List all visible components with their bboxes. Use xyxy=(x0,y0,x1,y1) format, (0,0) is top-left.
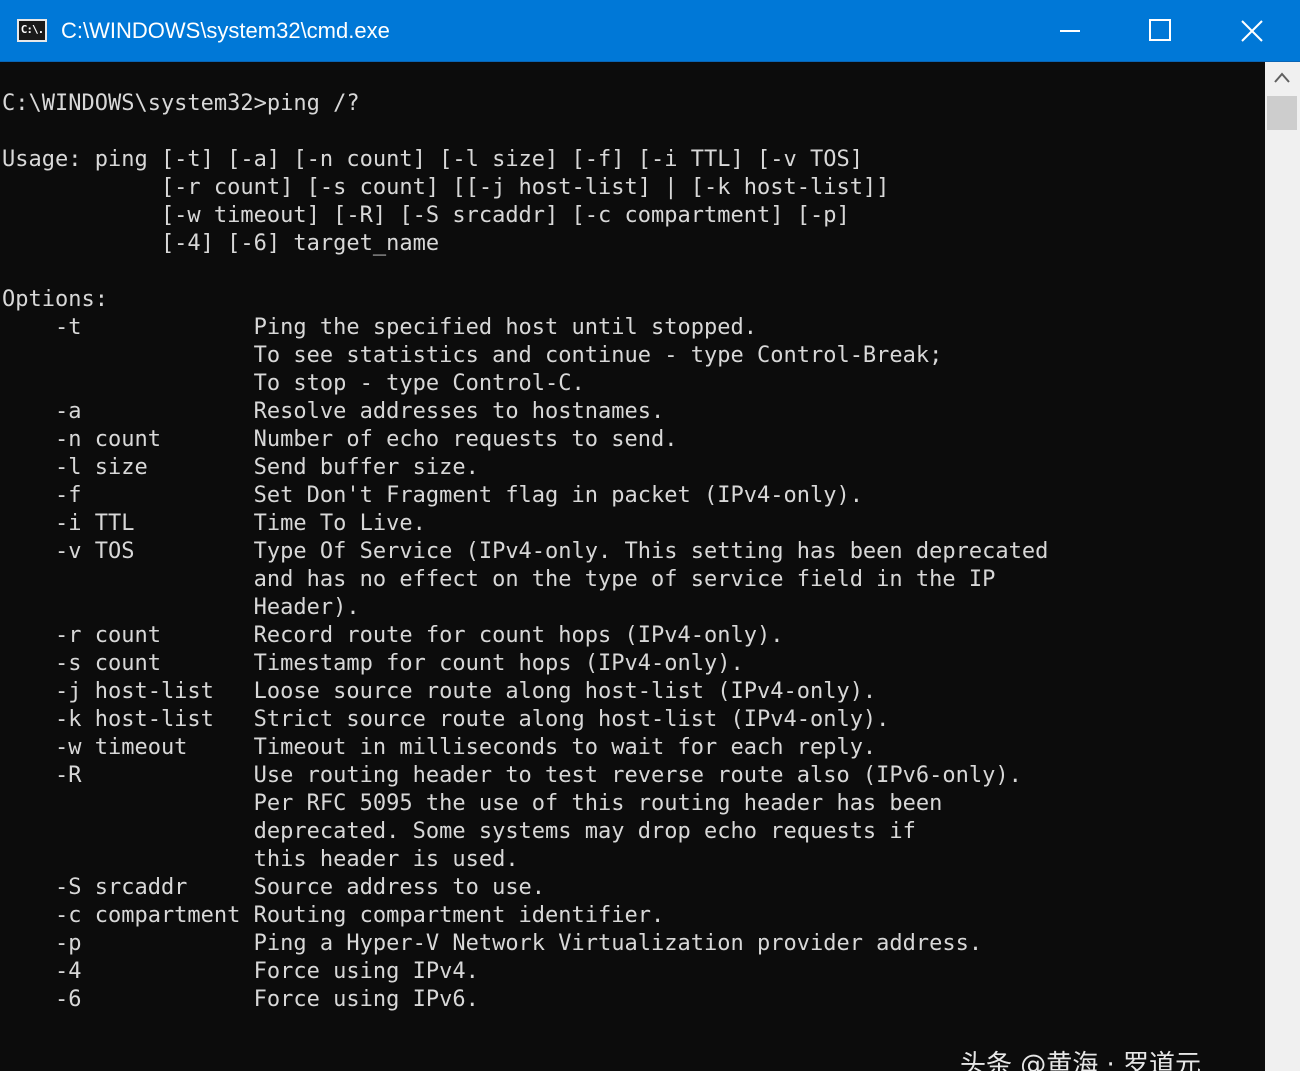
console-line: this header is used. xyxy=(2,847,519,872)
close-button[interactable] xyxy=(1206,0,1296,62)
console-line: -i TTL Time To Live. xyxy=(2,511,426,536)
console-line: -a Resolve addresses to hostnames. xyxy=(2,399,665,424)
scroll-up-button[interactable] xyxy=(1265,62,1300,96)
console-line: -4 Force using IPv4. xyxy=(2,959,479,984)
title-bar[interactable]: C:\. C:\WINDOWS\system32\cmd.exe xyxy=(0,0,1300,62)
console-line: To stop - type Control-C. xyxy=(2,371,585,396)
console-line: deprecated. Some systems may drop echo r… xyxy=(2,819,916,844)
console-line: -f Set Don't Fragment flag in packet (IP… xyxy=(2,483,863,508)
console-line: -6 Force using IPv6. xyxy=(2,987,479,1012)
console-line: -v TOS Type Of Service (IPv4-only. This … xyxy=(2,539,1049,564)
console-area[interactable]: C:\WINDOWS\system32>ping /? Usage: ping [… xyxy=(0,62,1265,1071)
window-title: C:\WINDOWS\system32\cmd.exe xyxy=(61,18,390,43)
console-line: and has no effect on the type of service… xyxy=(2,567,996,592)
console-line: -n count Number of echo requests to send… xyxy=(2,427,678,452)
console-line: -w timeout Timeout in milliseconds to wa… xyxy=(2,735,877,760)
console-line: -t Ping the specified host until stopped… xyxy=(2,315,757,340)
console-line: C:\WINDOWS\system32>ping /? xyxy=(2,91,360,116)
console-output[interactable]: C:\WINDOWS\system32>ping /? Usage: ping [… xyxy=(2,90,1048,1014)
console-line: Options: xyxy=(2,287,108,312)
console-line: -R Use routing header to test reverse ro… xyxy=(2,763,1022,788)
console-line: -k host-list Strict source route along h… xyxy=(2,707,890,732)
console-line: [-4] [-6] target_name xyxy=(2,231,440,256)
cmd-window: C:\. C:\WINDOWS\system32\cmd.exe C:\WIND… xyxy=(0,0,1300,1071)
console-line: Header). xyxy=(2,595,360,620)
console-line: -r count Record route for count hops (IP… xyxy=(2,623,784,648)
maximize-button[interactable] xyxy=(1115,0,1205,62)
console-line: Usage: ping [-t] [-a] [-n count] [-l siz… xyxy=(2,147,863,172)
console-line: -s count Timestamp for count hops (IPv4-… xyxy=(2,651,744,676)
console-line: -c compartment Routing compartment ident… xyxy=(2,903,665,928)
console-line: -j host-list Loose source route along ho… xyxy=(2,679,877,704)
cmd-app-icon[interactable]: C:\. xyxy=(17,19,47,42)
close-icon xyxy=(1241,20,1263,42)
scroll-thumb[interactable] xyxy=(1267,96,1297,130)
maximize-icon xyxy=(1149,19,1171,41)
console-line: [-w timeout] [-R] [-S srcaddr] [-c compa… xyxy=(2,203,850,228)
console-line: Per RFC 5095 the use of this routing hea… xyxy=(2,791,943,816)
console-line: -S srcaddr Source address to use. xyxy=(2,875,546,900)
minimize-button[interactable] xyxy=(1025,0,1115,62)
scroll-up-arrow-icon xyxy=(1274,72,1290,83)
vertical-scrollbar[interactable] xyxy=(1265,62,1300,1071)
console-line: -l size Send buffer size. xyxy=(2,455,479,480)
console-line: [-r count] [-s count] [[-j host-list] | … xyxy=(2,175,890,200)
watermark: 头条 @黄海 · 罗道元 xyxy=(960,1050,1202,1071)
minimize-icon xyxy=(1060,30,1080,32)
console-line: To see statistics and continue - type Co… xyxy=(2,343,943,368)
console-line: -p Ping a Hyper-V Network Virtualization… xyxy=(2,931,983,956)
